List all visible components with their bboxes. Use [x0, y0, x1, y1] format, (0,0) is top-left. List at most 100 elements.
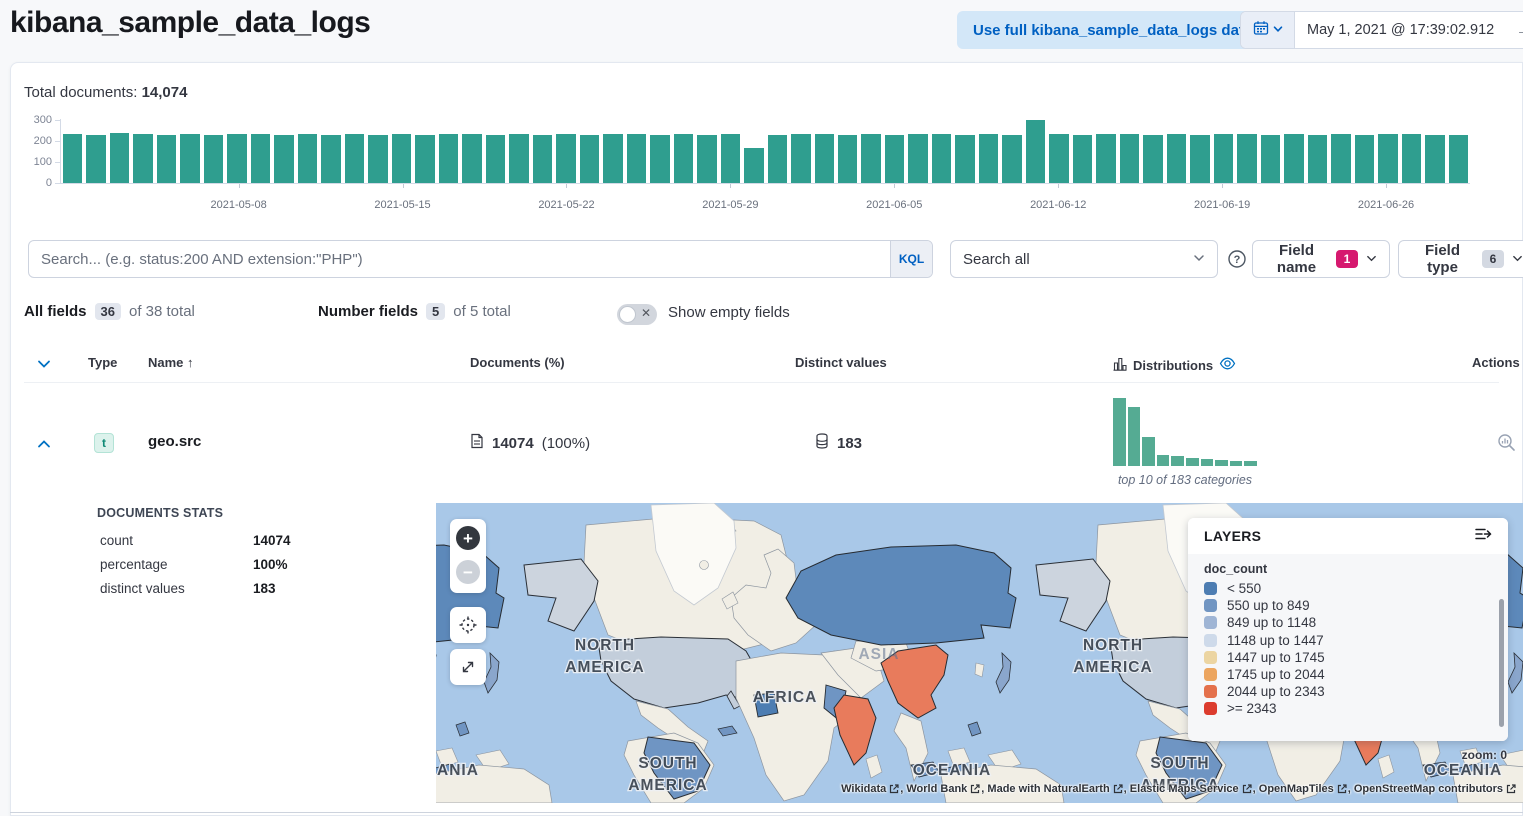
histogram-bar: [1120, 134, 1139, 183]
toggle-off-x-icon: ✕: [641, 306, 651, 320]
external-link-icon: [1506, 784, 1516, 794]
x-tick-mark: [730, 184, 731, 188]
legend-swatch: [1204, 685, 1217, 698]
y-axis-line: [60, 119, 61, 184]
expand-all-chevron-icon[interactable]: [36, 356, 52, 375]
explore-field-magnifier-icon[interactable]: [1497, 433, 1516, 455]
column-header-distributions[interactable]: Distributions: [1113, 355, 1236, 375]
zoom-in-button[interactable]: +: [456, 526, 480, 550]
legend-swatch: [1204, 616, 1217, 629]
histogram-bar: [908, 134, 927, 183]
histogram-bar: [462, 134, 481, 183]
histogram-bar: [603, 134, 622, 183]
histogram-bar: [63, 134, 82, 183]
documents-count: 14074: [492, 435, 534, 452]
column-header-actions: Actions: [1472, 355, 1520, 370]
column-header-name[interactable]: Name ↑: [148, 355, 194, 370]
histogram-bar: [861, 134, 880, 183]
external-link-icon: [1242, 784, 1252, 794]
date-picker[interactable]: May 1, 2021 @ 17:39:02.912 →: [1240, 11, 1523, 49]
attribution-link[interactable]: Wikidata: [841, 783, 886, 795]
map-zoom-controls: + −: [450, 519, 486, 593]
field-type-filter-label: Field type: [1411, 242, 1474, 276]
histogram-bar: [979, 134, 998, 183]
set-view-crosshair-button[interactable]: [450, 607, 486, 643]
total-documents-label: Total documents:: [24, 84, 137, 101]
legend-row: 849 up to 1148: [1204, 614, 1492, 631]
search-input[interactable]: [29, 241, 890, 277]
collapse-layers-icon[interactable]: [1474, 526, 1492, 547]
layers-scrollbar[interactable]: [1499, 599, 1504, 727]
histogram-bar: [1167, 134, 1186, 183]
kql-language-button[interactable]: KQL: [890, 241, 932, 277]
zoom-out-button[interactable]: −: [456, 560, 480, 584]
show-empty-fields-toggle[interactable]: ✕: [617, 304, 657, 325]
field-type-token-text: t: [94, 433, 114, 453]
field-name-filter-button[interactable]: Field name 1: [1252, 240, 1390, 278]
histogram-bar: [932, 134, 951, 183]
date-picker-quick-menu[interactable]: [1241, 12, 1295, 48]
stat-value: 100%: [253, 557, 288, 572]
chevron-down-icon: [1512, 251, 1523, 268]
choropleth-map[interactable]: NORTHAMERICASOUTHAMERICAAFRICAASIAOCEANI…: [436, 503, 1523, 803]
use-full-data-button[interactable]: Use full kibana_sample_data_logs data: [957, 11, 1268, 49]
histogram-bar: [1049, 134, 1068, 183]
column-header-distinct-values[interactable]: Distinct values: [795, 355, 887, 370]
collapse-row-chevron-icon[interactable]: [36, 436, 52, 455]
number-fields-label: Number fields: [318, 303, 418, 320]
legend-row: 2044 up to 2343: [1204, 683, 1492, 700]
mini-distribution-bar: [1128, 407, 1141, 466]
x-tick-mark: [1222, 184, 1223, 188]
attribution-link[interactable]: Made with NaturalEarth: [987, 783, 1109, 795]
legend-swatch: [1204, 668, 1217, 681]
number-fields-total: of 5 total: [453, 303, 511, 320]
histogram-bar: [1143, 135, 1162, 183]
histogram-bar: [1237, 134, 1256, 183]
next-row-divider: [10, 812, 1523, 813]
legend-row: 1148 up to 1447: [1204, 632, 1492, 649]
histogram-bar: [1190, 135, 1209, 183]
arrow-right-icon: →: [1508, 22, 1523, 39]
column-header-documents[interactable]: Documents (%): [470, 355, 565, 370]
x-axis-label: 2021-06-19: [1194, 199, 1250, 211]
date-range-start[interactable]: May 1, 2021 @ 17:39:02.912: [1295, 22, 1508, 38]
legend-row: < 550: [1204, 580, 1492, 597]
documents-cell: 14074 (100%): [470, 433, 590, 453]
mini-distribution-bar: [1142, 437, 1155, 466]
histogram-bar: [1214, 134, 1233, 183]
chevron-down-icon: [1366, 251, 1377, 268]
attribution-link[interactable]: Elastic Maps Service: [1130, 783, 1239, 795]
legend-rows: < 550550 up to 849849 up to 11481148 up …: [1204, 580, 1492, 718]
search-scope-select[interactable]: Search all: [950, 240, 1218, 278]
chevron-down-icon: [1193, 251, 1205, 268]
histogram-bar: [298, 134, 317, 183]
expand-map-button[interactable]: [450, 649, 486, 685]
legend-row: 550 up to 849: [1204, 597, 1492, 614]
column-header-type[interactable]: Type: [88, 355, 117, 370]
eye-icon[interactable]: [1219, 355, 1236, 375]
field-type-filter-count-badge: 6: [1482, 250, 1504, 268]
histogram-bar: [486, 135, 505, 183]
histogram-bar: [650, 135, 669, 183]
legend-label: 1447 up to 1745: [1227, 650, 1325, 665]
x-axis-label: 2021-05-08: [210, 199, 266, 211]
histogram-bar: [251, 134, 270, 183]
x-tick-mark: [894, 184, 895, 188]
field-type-filter-button[interactable]: Field type 6: [1398, 240, 1523, 278]
y-axis-tick-200: 200: [18, 135, 52, 147]
attribution-link[interactable]: OpenStreetMap contributors: [1354, 783, 1503, 795]
histogram-bar: [744, 148, 763, 183]
continent-label: OCEANIA: [913, 762, 991, 779]
legend-label: 2044 up to 2343: [1227, 684, 1325, 699]
histogram-bar: [415, 135, 434, 183]
page-title: kibana_sample_data_logs: [10, 6, 370, 40]
legend-row: 1447 up to 1745: [1204, 649, 1492, 666]
layers-panel-header: LAYERS: [1188, 518, 1508, 554]
all-fields-count-badge: 36: [95, 303, 121, 320]
all-fields-summary: All fields 36 of 38 total: [24, 303, 195, 320]
attribution-link[interactable]: World Bank: [906, 783, 967, 795]
mini-distribution-bar: [1244, 461, 1257, 466]
help-icon[interactable]: ?: [1227, 249, 1247, 269]
legend-swatch: [1204, 582, 1217, 595]
attribution-link[interactable]: OpenMapTiles: [1259, 783, 1334, 795]
